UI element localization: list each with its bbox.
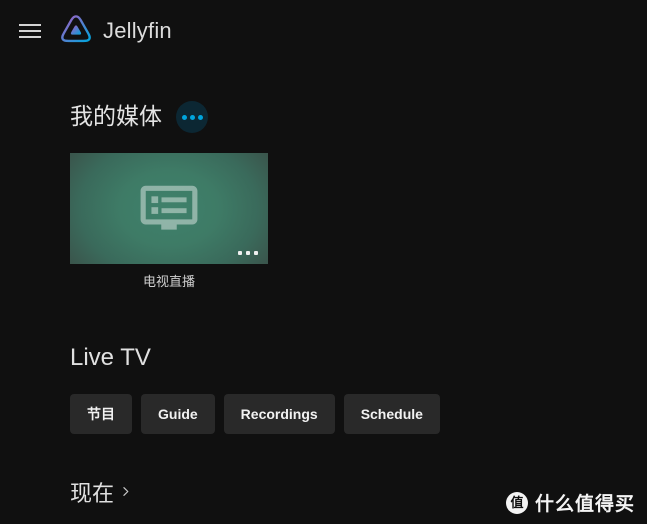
chevron-right-icon [123,487,129,497]
now-section-title: 现在 [70,480,115,506]
live-tv-title: Live TV [70,343,151,371]
ellipsis-dot [189,114,195,120]
hamburger-bar [19,24,41,26]
brand-home-link[interactable]: Jellyfin [58,13,172,49]
live-tv-button-row: 节目 Guide Recordings Schedule [70,393,647,434]
live-tv-button-guide[interactable]: Guide [141,393,215,434]
media-card-image[interactable] [70,153,268,264]
brand-name: Jellyfin [103,18,172,43]
watermark-text: 什么值得买 [534,494,635,515]
my-media-card-list: 电视直播 [70,153,647,291]
ellipsis-dot [246,251,250,255]
media-card-more-button[interactable] [238,251,258,255]
hamburger-bar [19,36,41,38]
media-card-label: 电视直播 [142,274,195,289]
smzdm-badge-icon: 值 [505,491,528,514]
ellipsis-dot [197,114,203,120]
live-tv-button-recordings[interactable]: Recordings [223,393,335,434]
live-tv-button-programs[interactable]: 节目 [70,393,132,434]
my-media-title: 我的媒体 [70,103,162,130]
section-my-media: 我的媒体 电视直播 [70,101,647,291]
media-card-live-tv[interactable]: 电视直播 [70,153,268,291]
main-content: 我的媒体 电视直播 Live TV 节目 Guide Recordings Sc… [0,101,647,508]
app-header: Jellyfin [0,0,647,62]
hamburger-bar [19,30,41,32]
ellipsis-dot [238,251,242,255]
my-media-more-button[interactable] [176,101,208,133]
live-tv-button-schedule[interactable]: Schedule [343,393,440,434]
ellipsis-dot [181,114,187,120]
dvr-monitor-icon [140,185,198,230]
ellipsis-dot [254,251,258,255]
hamburger-menu-icon[interactable] [8,9,52,53]
jellyfin-logo-icon [61,15,91,43]
now-section-link[interactable]: 现在 [70,476,131,508]
section-live-tv: Live TV 节目 Guide Recordings Schedule [70,344,647,434]
watermark: 值 什么值得买 [505,489,635,516]
my-media-header: 我的媒体 [70,101,647,133]
